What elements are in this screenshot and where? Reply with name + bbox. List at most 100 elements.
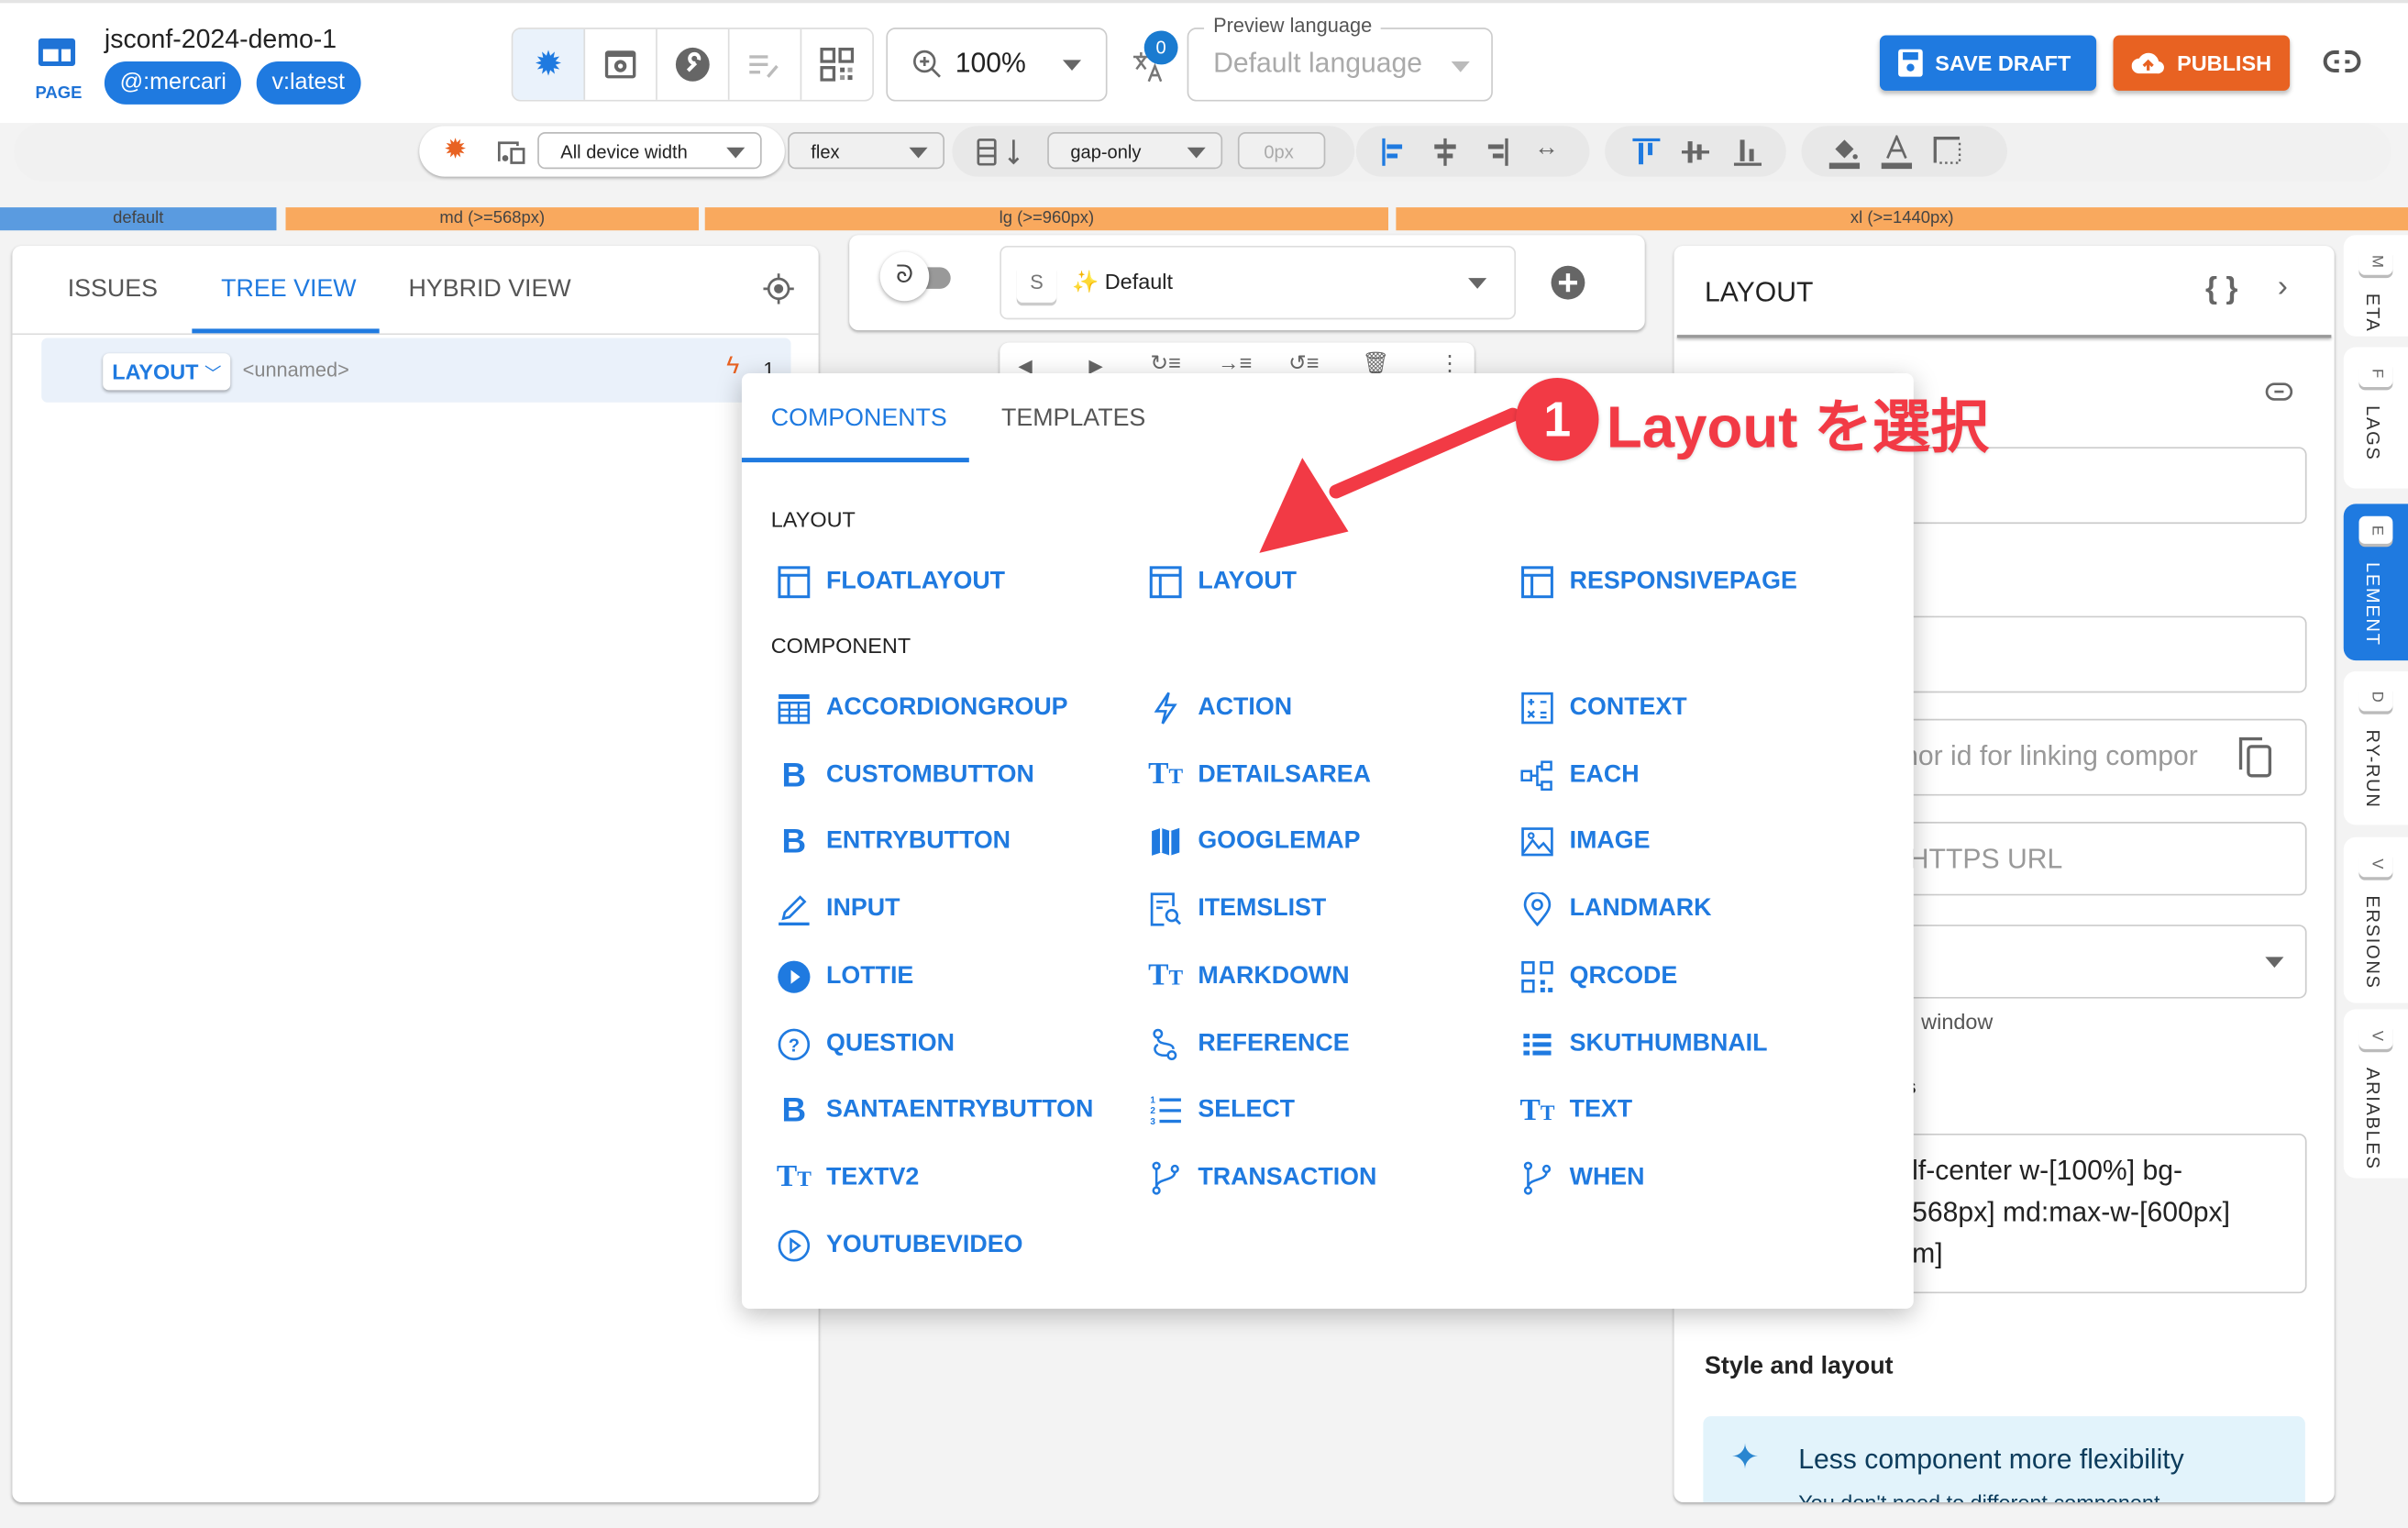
annotation-step-number: 1 [1516, 378, 1599, 461]
style-key: S [1016, 262, 1057, 303]
tab-issues[interactable]: ISSUES [68, 276, 158, 304]
side-tab-variables[interactable]: V ARIABLES [2343, 1009, 2408, 1179]
component-item-itemslist[interactable]: ITEMSLIST [1149, 892, 1326, 926]
align-bottom-icon[interactable] [1733, 138, 1762, 166]
component-item-accordiongroup[interactable]: ACCORDIONGROUP [777, 692, 1068, 725]
zoom-select[interactable]: 100% [886, 28, 1108, 102]
tab-components[interactable]: COMPONENTS [771, 405, 947, 433]
align-middle-icon[interactable] [1681, 138, 1710, 166]
component-item-each[interactable]: EACH [1520, 758, 1640, 792]
bolt-icon [1149, 692, 1183, 725]
component-item-action[interactable]: ACTION [1149, 692, 1292, 725]
text-color-icon[interactable] [1881, 135, 1913, 170]
component-item-santaentrybutton[interactable]: B SANTAENTRYBUTTON [777, 1091, 1094, 1130]
account-chip[interactable]: @:mercari [104, 61, 242, 105]
component-item-image[interactable]: IMAGE [1520, 825, 1650, 859]
chevron-down-icon [2265, 957, 2284, 969]
component-item-skuthumbnail[interactable]: SKUTHUMBNAIL [1520, 1027, 1767, 1061]
device-width-select[interactable]: All device width [537, 132, 762, 170]
side-tab-meta[interactable]: M ETA [2343, 235, 2408, 337]
tab-templates[interactable]: TEMPLATES [1001, 405, 1145, 433]
component-item-entrybutton[interactable]: B ENTRYBUTTON [777, 823, 1011, 861]
sun-icon[interactable]: ✹ [444, 134, 467, 166]
chevron-right-icon[interactable]: › [2278, 271, 2288, 306]
component-item-input[interactable]: INPUT [777, 892, 900, 926]
align-center-icon[interactable] [1431, 138, 1459, 166]
breakpoint-default[interactable]: default [0, 207, 277, 231]
border-icon[interactable] [1933, 137, 1961, 164]
side-tab-dry-run[interactable]: D RY-RUN [2343, 670, 2408, 825]
tab-hybrid-view[interactable]: HYBRID VIEW [408, 276, 570, 304]
component-item-floatlayout[interactable]: FLOATLAYOUT [777, 565, 1005, 599]
link-icon[interactable] [2322, 49, 2362, 74]
align-right-icon[interactable] [1482, 138, 1509, 166]
section-layout: LAYOUT [770, 506, 856, 532]
save-draft-button[interactable]: SAVE DRAFT [1879, 35, 2097, 91]
component-item-markdown[interactable]: TT MARKDOWN [1148, 958, 1349, 993]
component-item-transaction[interactable]: TRANSACTION [1149, 1161, 1376, 1195]
component-item-context[interactable]: CONTEXT [1520, 692, 1687, 725]
component-item-landmark[interactable]: LANDMARK [1520, 892, 1711, 927]
component-item-googlemap[interactable]: GOOGLEMAP [1149, 825, 1361, 859]
link-icon[interactable] [2265, 382, 2293, 401]
chevron-down-icon [909, 147, 928, 159]
table-icon [777, 692, 811, 725]
style-preset-select[interactable]: S ✨ Default [1000, 245, 1517, 320]
preview-button[interactable] [585, 28, 657, 100]
breakpoint-lg[interactable]: lg (>=960px) [704, 207, 1389, 231]
branch-icon [1520, 1161, 1554, 1195]
tree-node-type-chip[interactable]: LAYOUT ﹀ [103, 353, 231, 391]
light-mode-button[interactable]: ✹ [513, 28, 586, 100]
code-braces-icon[interactable]: { } [2205, 271, 2237, 307]
device-width-value: All device width [560, 141, 688, 163]
tab-tree-view[interactable]: TREE VIEW [221, 276, 356, 304]
text-icon: TT [1148, 958, 1184, 993]
settings-button[interactable] [657, 28, 730, 100]
version-chip[interactable]: v:latest [256, 61, 360, 105]
bold-b-icon: B [781, 1091, 807, 1130]
side-tab-element[interactable]: E LEMENT [2343, 504, 2408, 661]
component-item-label: ENTRYBUTTON [826, 828, 1011, 855]
mode-icon-bar: ✹ [511, 28, 874, 102]
gap-value-input[interactable]: 0px [1237, 132, 1326, 170]
component-item-qrcode[interactable]: QRCODE [1520, 959, 1677, 993]
side-tab-versions[interactable]: V ERSIONS [2343, 836, 2408, 1003]
breakpoint-xl[interactable]: xl (>=1440px) [1396, 207, 2408, 231]
locate-icon[interactable] [763, 273, 794, 304]
component-item-layout[interactable]: LAYOUT [1149, 565, 1297, 599]
style-toolbar: ✹ All device width flex gap-only 0px ↔ [14, 122, 2391, 182]
component-item-reference[interactable]: REFERENCE [1149, 1027, 1350, 1061]
gap-mode-select[interactable]: gap-only [1047, 132, 1223, 170]
component-item-select[interactable]: 1 2 3 SELECT [1149, 1094, 1295, 1128]
publish-button[interactable]: PUBLISH [2113, 35, 2291, 91]
display-select[interactable]: flex [788, 132, 945, 170]
align-top-icon[interactable] [1632, 138, 1661, 166]
breakpoint-md[interactable]: md (>=568px) [285, 207, 700, 231]
component-item-youtubevideo[interactable]: YOUTUBEVIDEO [777, 1228, 1022, 1262]
side-tab-flags[interactable]: F LAGS [2343, 347, 2408, 489]
component-item-text[interactable]: TT TEXT [1519, 1093, 1632, 1128]
style-mode-toggle[interactable]: ᘐ [879, 251, 954, 302]
qrcode-button[interactable] [801, 29, 872, 100]
component-item-textv2[interactable]: TT TEXTV2 [777, 1160, 919, 1195]
component-item-lottie[interactable]: LOTTIE [777, 959, 913, 993]
preview-language-select[interactable]: Preview language Default language [1187, 14, 1493, 102]
rows-icon[interactable] [977, 138, 1026, 166]
edit-text-button[interactable] [730, 28, 802, 100]
fill-color-icon[interactable] [1828, 135, 1861, 170]
stretch-horizontal-icon[interactable]: ↔ [1534, 135, 1559, 162]
annotation-text: Layout を選択 [1606, 396, 1990, 461]
info-body: You don't need to different component [1798, 1489, 2160, 1502]
layout-icon [1520, 565, 1554, 599]
copy-icon[interactable] [2237, 736, 2274, 779]
tree-node-row[interactable]: LAYOUT ﹀ <unnamed> ϟ 1 [41, 338, 791, 403]
component-item-responsivepage[interactable]: RESPONSIVEPAGE [1520, 565, 1797, 599]
component-item-when[interactable]: WHEN [1520, 1161, 1645, 1195]
align-left-icon[interactable] [1381, 138, 1408, 166]
component-item-custombutton[interactable]: B CUSTOMBUTTON [777, 755, 1034, 793]
component-item-label: LAYOUT [1198, 568, 1298, 595]
devices-icon[interactable] [496, 139, 526, 164]
component-item-detailsarea[interactable]: TT DETAILSAREA [1148, 758, 1371, 792]
component-item-question[interactable]: ? QUESTION [777, 1027, 955, 1061]
add-circle-icon[interactable] [1550, 264, 1586, 301]
